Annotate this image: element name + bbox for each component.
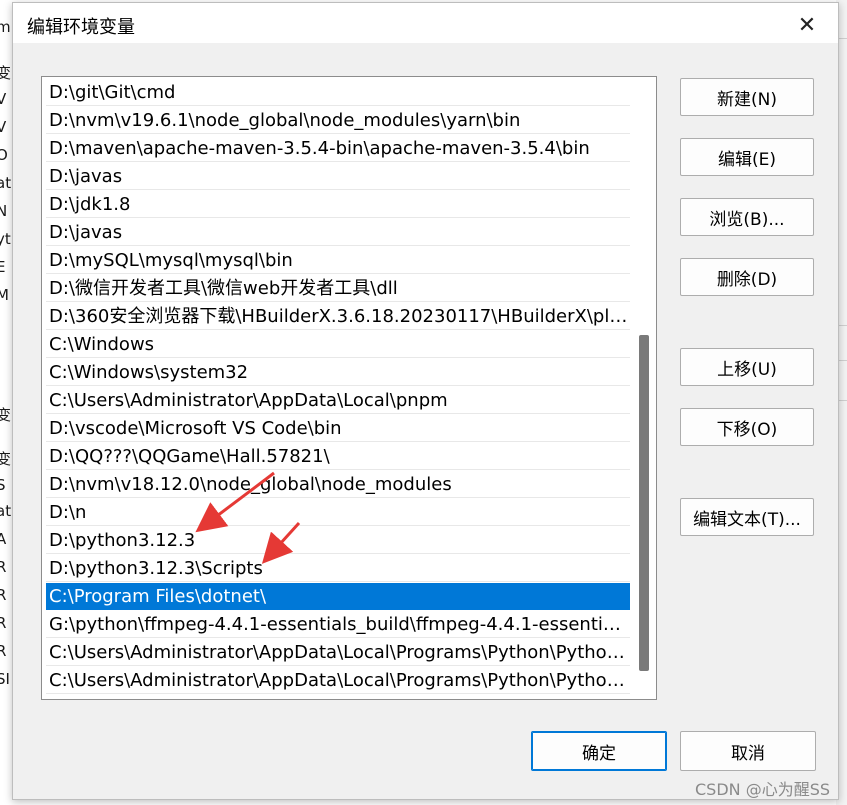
path-list-item[interactable]: D:\vscode\Microsoft VS Code\bin (46, 415, 630, 442)
dialog-title: 编辑环境变量 (27, 17, 135, 38)
path-list-item[interactable]: D:\nvm\v19.6.1\node_global\node_modules\… (46, 107, 630, 134)
path-list-item[interactable]: D:\git\Git\cmd (46, 79, 630, 106)
path-list-item[interactable]: C:\Windows (46, 331, 630, 358)
path-list-item[interactable]: C:\Users\Administrator\AppData\Local\Pro… (46, 667, 630, 694)
path-list-item[interactable]: D:\python3.12.3 (46, 527, 630, 554)
path-list-item[interactable]: C:\Windows\system32 (46, 359, 630, 386)
vertical-scrollbar[interactable] (637, 77, 655, 699)
delete-button[interactable]: 删除(D) (680, 258, 814, 296)
edit-button[interactable]: 编辑(E) (680, 138, 814, 176)
cancel-button[interactable]: 取消 (680, 731, 816, 771)
path-list-item[interactable]: C:\Program Files\dotnet\ (46, 583, 630, 610)
ok-button[interactable]: 确定 (531, 731, 667, 771)
path-list-item[interactable]: D:\360安全浏览器下载\HBuilderX.3.6.18.20230117\… (46, 303, 630, 330)
path-list[interactable]: D:\git\Git\cmd D:\nvm\v19.6.1\node_global… (41, 76, 657, 700)
path-list-item[interactable]: D:\python3.12.3\Scripts (46, 555, 630, 582)
path-list-item[interactable]: D:\javas (46, 163, 630, 190)
path-list-item[interactable]: D:\n (46, 499, 630, 526)
path-list-item[interactable]: C:\Users\Administrator\AppData\Local\Pro… (46, 639, 630, 666)
path-list-item[interactable]: D:\maven\apache-maven-3.5.4-bin\apache-m… (46, 135, 630, 162)
path-list-item[interactable]: D:\QQ???\QQGame\Hall.57821\ (46, 443, 630, 470)
close-button[interactable]: ✕ (790, 10, 824, 40)
path-list-item[interactable]: C:\Users\Administrator\AppData\Local\pnp… (46, 387, 630, 414)
edit-text-button[interactable]: 编辑文本(T)... (680, 498, 814, 536)
move-up-button[interactable]: 上移(U) (680, 348, 814, 386)
watermark: CSDN @心为醒SS (695, 780, 831, 799)
path-list-item[interactable]: D:\微信开发者工具\微信web开发者工具\dll (46, 275, 630, 302)
path-list-item[interactable]: G:\python\ffmpeg-4.4.1-essentials_build\… (46, 611, 630, 638)
path-list-item[interactable]: D:\javas (46, 219, 630, 246)
scrollbar-thumb[interactable] (639, 335, 649, 671)
title-bar: 编辑环境变量 ✕ (13, 3, 838, 43)
edit-env-variable-dialog: 编辑环境变量 ✕ D:\git\Git\cmd D:\nvm\v19.6.1\no… (12, 2, 839, 800)
browse-button[interactable]: 浏览(B)... (680, 198, 814, 236)
new-button[interactable]: 新建(N) (680, 78, 814, 116)
path-list-item[interactable]: D:\mySQL\mysql\mysql\bin (46, 247, 630, 274)
close-icon: ✕ (797, 12, 817, 38)
move-down-button[interactable]: 下移(O) (680, 408, 814, 446)
path-list-item[interactable]: D:\nvm\v18.12.0\node_global\node_modules (46, 471, 630, 498)
path-list-item[interactable]: D:\jdk1.8 (46, 191, 630, 218)
